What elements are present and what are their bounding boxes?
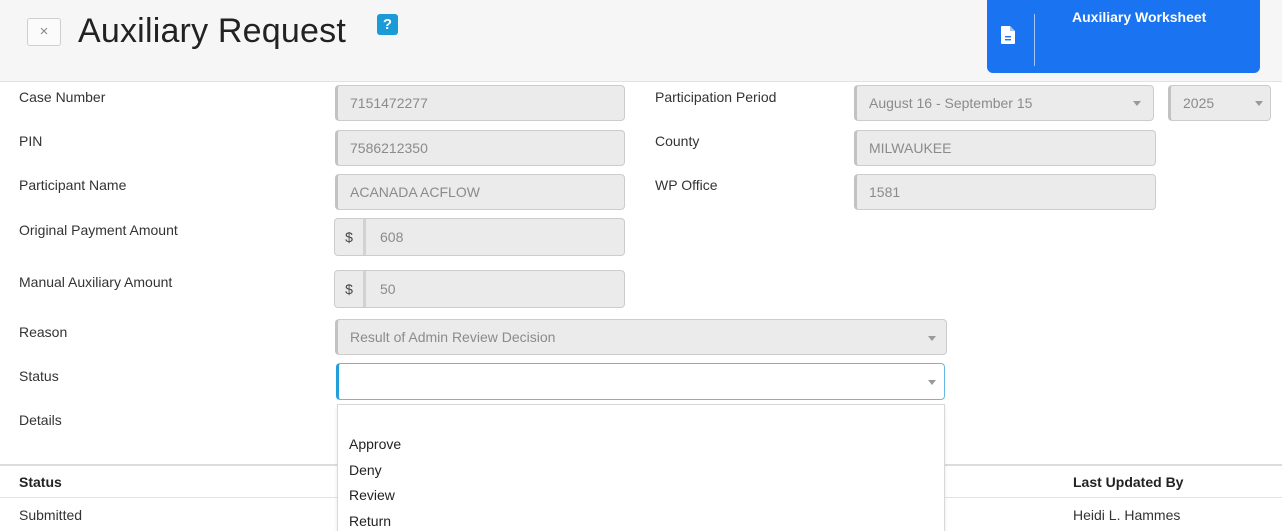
original-payment-field: $ 608 [334,218,625,256]
reason-label: Reason [19,324,68,340]
chevron-down-icon [928,336,936,341]
original-payment-label: Original Payment Amount [19,222,178,238]
status-option-blank[interactable] [349,411,929,429]
help-icon[interactable]: ? [377,14,398,35]
original-payment-value: 608 [380,229,404,245]
chevron-down-icon [1255,101,1263,106]
county-label: County [655,133,700,149]
row-last-updated-by: Heidi L. Hammes [1073,507,1181,523]
wp-office-label: WP Office [655,177,718,193]
status-option-review[interactable]: Review [349,487,395,503]
auxiliary-worksheet-label: Auxiliary Worksheet [1072,9,1207,25]
status-column-header: Status [19,474,62,490]
pin-label: PIN [19,133,43,149]
county-field: MILWAUKEE [854,130,1156,166]
last-updated-by-column-header: Last Updated By [1073,474,1184,490]
chevron-down-icon [1133,101,1141,106]
currency-symbol: $ [335,271,366,307]
auxiliary-worksheet-button[interactable]: Auxiliary Worksheet [987,0,1260,73]
close-button[interactable]: × [27,18,61,46]
manual-auxiliary-value: 50 [380,281,396,297]
document-icon [1001,26,1015,44]
manual-auxiliary-field: $ 50 [334,270,625,308]
page-title: Auxiliary Request [78,12,346,50]
details-label: Details [19,412,62,428]
manual-auxiliary-label: Manual Auxiliary Amount [19,274,173,290]
chevron-down-icon [928,380,936,385]
status-select[interactable] [336,363,945,400]
participation-period-select: August 16 - September 15 [854,85,1154,121]
status-label: Status [19,368,59,384]
case-number-label: Case Number [19,89,106,105]
participant-name-label: Participant Name [19,177,127,193]
participation-period-label: Participation Period [655,89,777,105]
wp-office-field: 1581 [854,174,1156,210]
page-header: × Auxiliary Request ? Auxiliary Workshee… [0,0,1282,82]
status-dropdown-menu: Approve Deny Review Return [337,404,945,531]
row-status: Submitted [19,507,83,523]
participant-name-field: ACANADA ACFLOW [335,174,625,210]
reason-select: Result of Admin Review Decision [335,319,947,355]
currency-symbol: $ [335,219,366,255]
status-option-deny[interactable]: Deny [349,462,382,478]
button-separator [1034,14,1035,66]
pin-field: 7586212350 [335,130,625,166]
status-option-return[interactable]: Return [349,513,391,529]
case-number-field: 7151472277 [335,85,625,121]
status-option-approve[interactable]: Approve [349,436,401,452]
